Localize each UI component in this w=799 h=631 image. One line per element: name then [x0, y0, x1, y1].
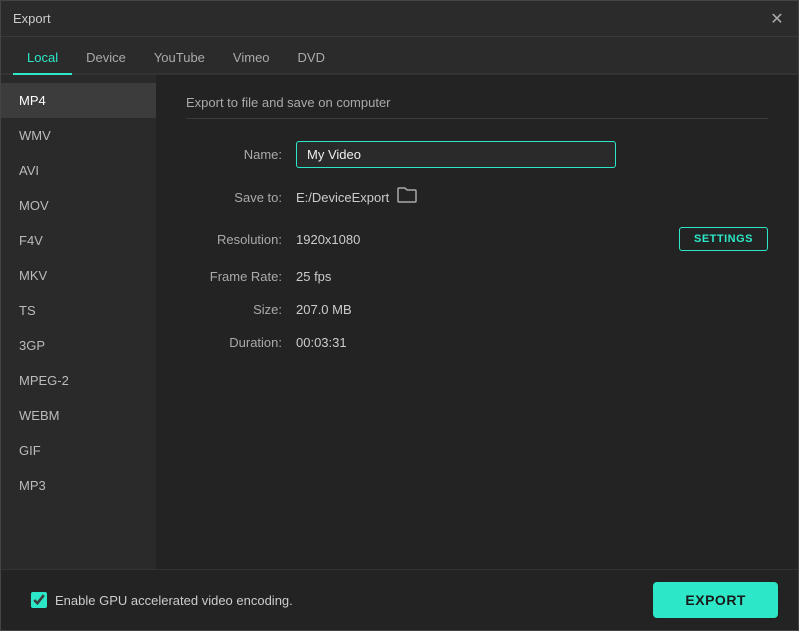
gpu-row: Enable GPU accelerated video encoding.	[31, 592, 293, 608]
tab-local[interactable]: Local	[13, 42, 72, 75]
sidebar-item-mkv[interactable]: MKV	[1, 258, 156, 293]
save-to-label: Save to:	[186, 190, 296, 205]
sidebar-item-mpeg2[interactable]: MPEG-2	[1, 363, 156, 398]
sidebar-item-f4v[interactable]: F4V	[1, 223, 156, 258]
size-label: Size:	[186, 302, 296, 317]
body: MP4 WMV AVI MOV F4V MKV TS 3GP MPEG-2 WE…	[1, 75, 798, 569]
save-to-value-row: E:/DeviceExport	[296, 186, 768, 209]
section-title: Export to file and save on computer	[186, 95, 768, 119]
footer: Enable GPU accelerated video encoding. E…	[1, 569, 798, 630]
frame-rate-value: 25 fps	[296, 269, 768, 284]
tab-device[interactable]: Device	[72, 42, 140, 75]
sidebar-item-wmv[interactable]: WMV	[1, 118, 156, 153]
window-title: Export	[13, 11, 51, 26]
resolution-row: Resolution: 1920x1080 SETTINGS	[186, 227, 768, 251]
tab-youtube[interactable]: YouTube	[140, 42, 219, 75]
resolution-label: Resolution:	[186, 232, 296, 247]
duration-value: 00:03:31	[296, 335, 768, 350]
sidebar-item-3gp[interactable]: 3GP	[1, 328, 156, 363]
tab-bar: Local Device YouTube Vimeo DVD	[1, 37, 798, 75]
settings-button[interactable]: SETTINGS	[679, 227, 768, 251]
duration-row: Duration: 00:03:31	[186, 335, 768, 350]
sidebar: MP4 WMV AVI MOV F4V MKV TS 3GP MPEG-2 WE…	[1, 75, 156, 569]
gpu-checkbox[interactable]	[31, 592, 47, 608]
frame-rate-row: Frame Rate: 25 fps	[186, 269, 768, 284]
main-content: Export to file and save on computer Name…	[156, 75, 798, 569]
sidebar-item-mov[interactable]: MOV	[1, 188, 156, 223]
sidebar-item-mp4[interactable]: MP4	[1, 83, 156, 118]
resolution-value: 1920x1080	[296, 232, 663, 247]
tab-vimeo[interactable]: Vimeo	[219, 42, 284, 75]
sidebar-item-gif[interactable]: GIF	[1, 433, 156, 468]
close-button[interactable]: ✕	[768, 10, 786, 28]
sidebar-item-avi[interactable]: AVI	[1, 153, 156, 188]
title-bar: Export ✕	[1, 1, 798, 37]
gpu-label[interactable]: Enable GPU accelerated video encoding.	[55, 593, 293, 608]
name-row: Name:	[186, 141, 768, 168]
export-button[interactable]: EXPORT	[653, 582, 778, 618]
name-input[interactable]	[296, 141, 616, 168]
sidebar-item-mp3[interactable]: MP3	[1, 468, 156, 503]
save-path-text: E:/DeviceExport	[296, 190, 389, 205]
sidebar-item-ts[interactable]: TS	[1, 293, 156, 328]
save-to-row: Save to: E:/DeviceExport	[186, 186, 768, 209]
size-row: Size: 207.0 MB	[186, 302, 768, 317]
tab-dvd[interactable]: DVD	[284, 42, 339, 75]
folder-icon[interactable]	[397, 186, 417, 209]
duration-label: Duration:	[186, 335, 296, 350]
size-value: 207.0 MB	[296, 302, 768, 317]
export-window: Export ✕ Local Device YouTube Vimeo DVD …	[0, 0, 799, 631]
sidebar-item-webm[interactable]: WEBM	[1, 398, 156, 433]
name-label: Name:	[186, 147, 296, 162]
frame-rate-label: Frame Rate:	[186, 269, 296, 284]
